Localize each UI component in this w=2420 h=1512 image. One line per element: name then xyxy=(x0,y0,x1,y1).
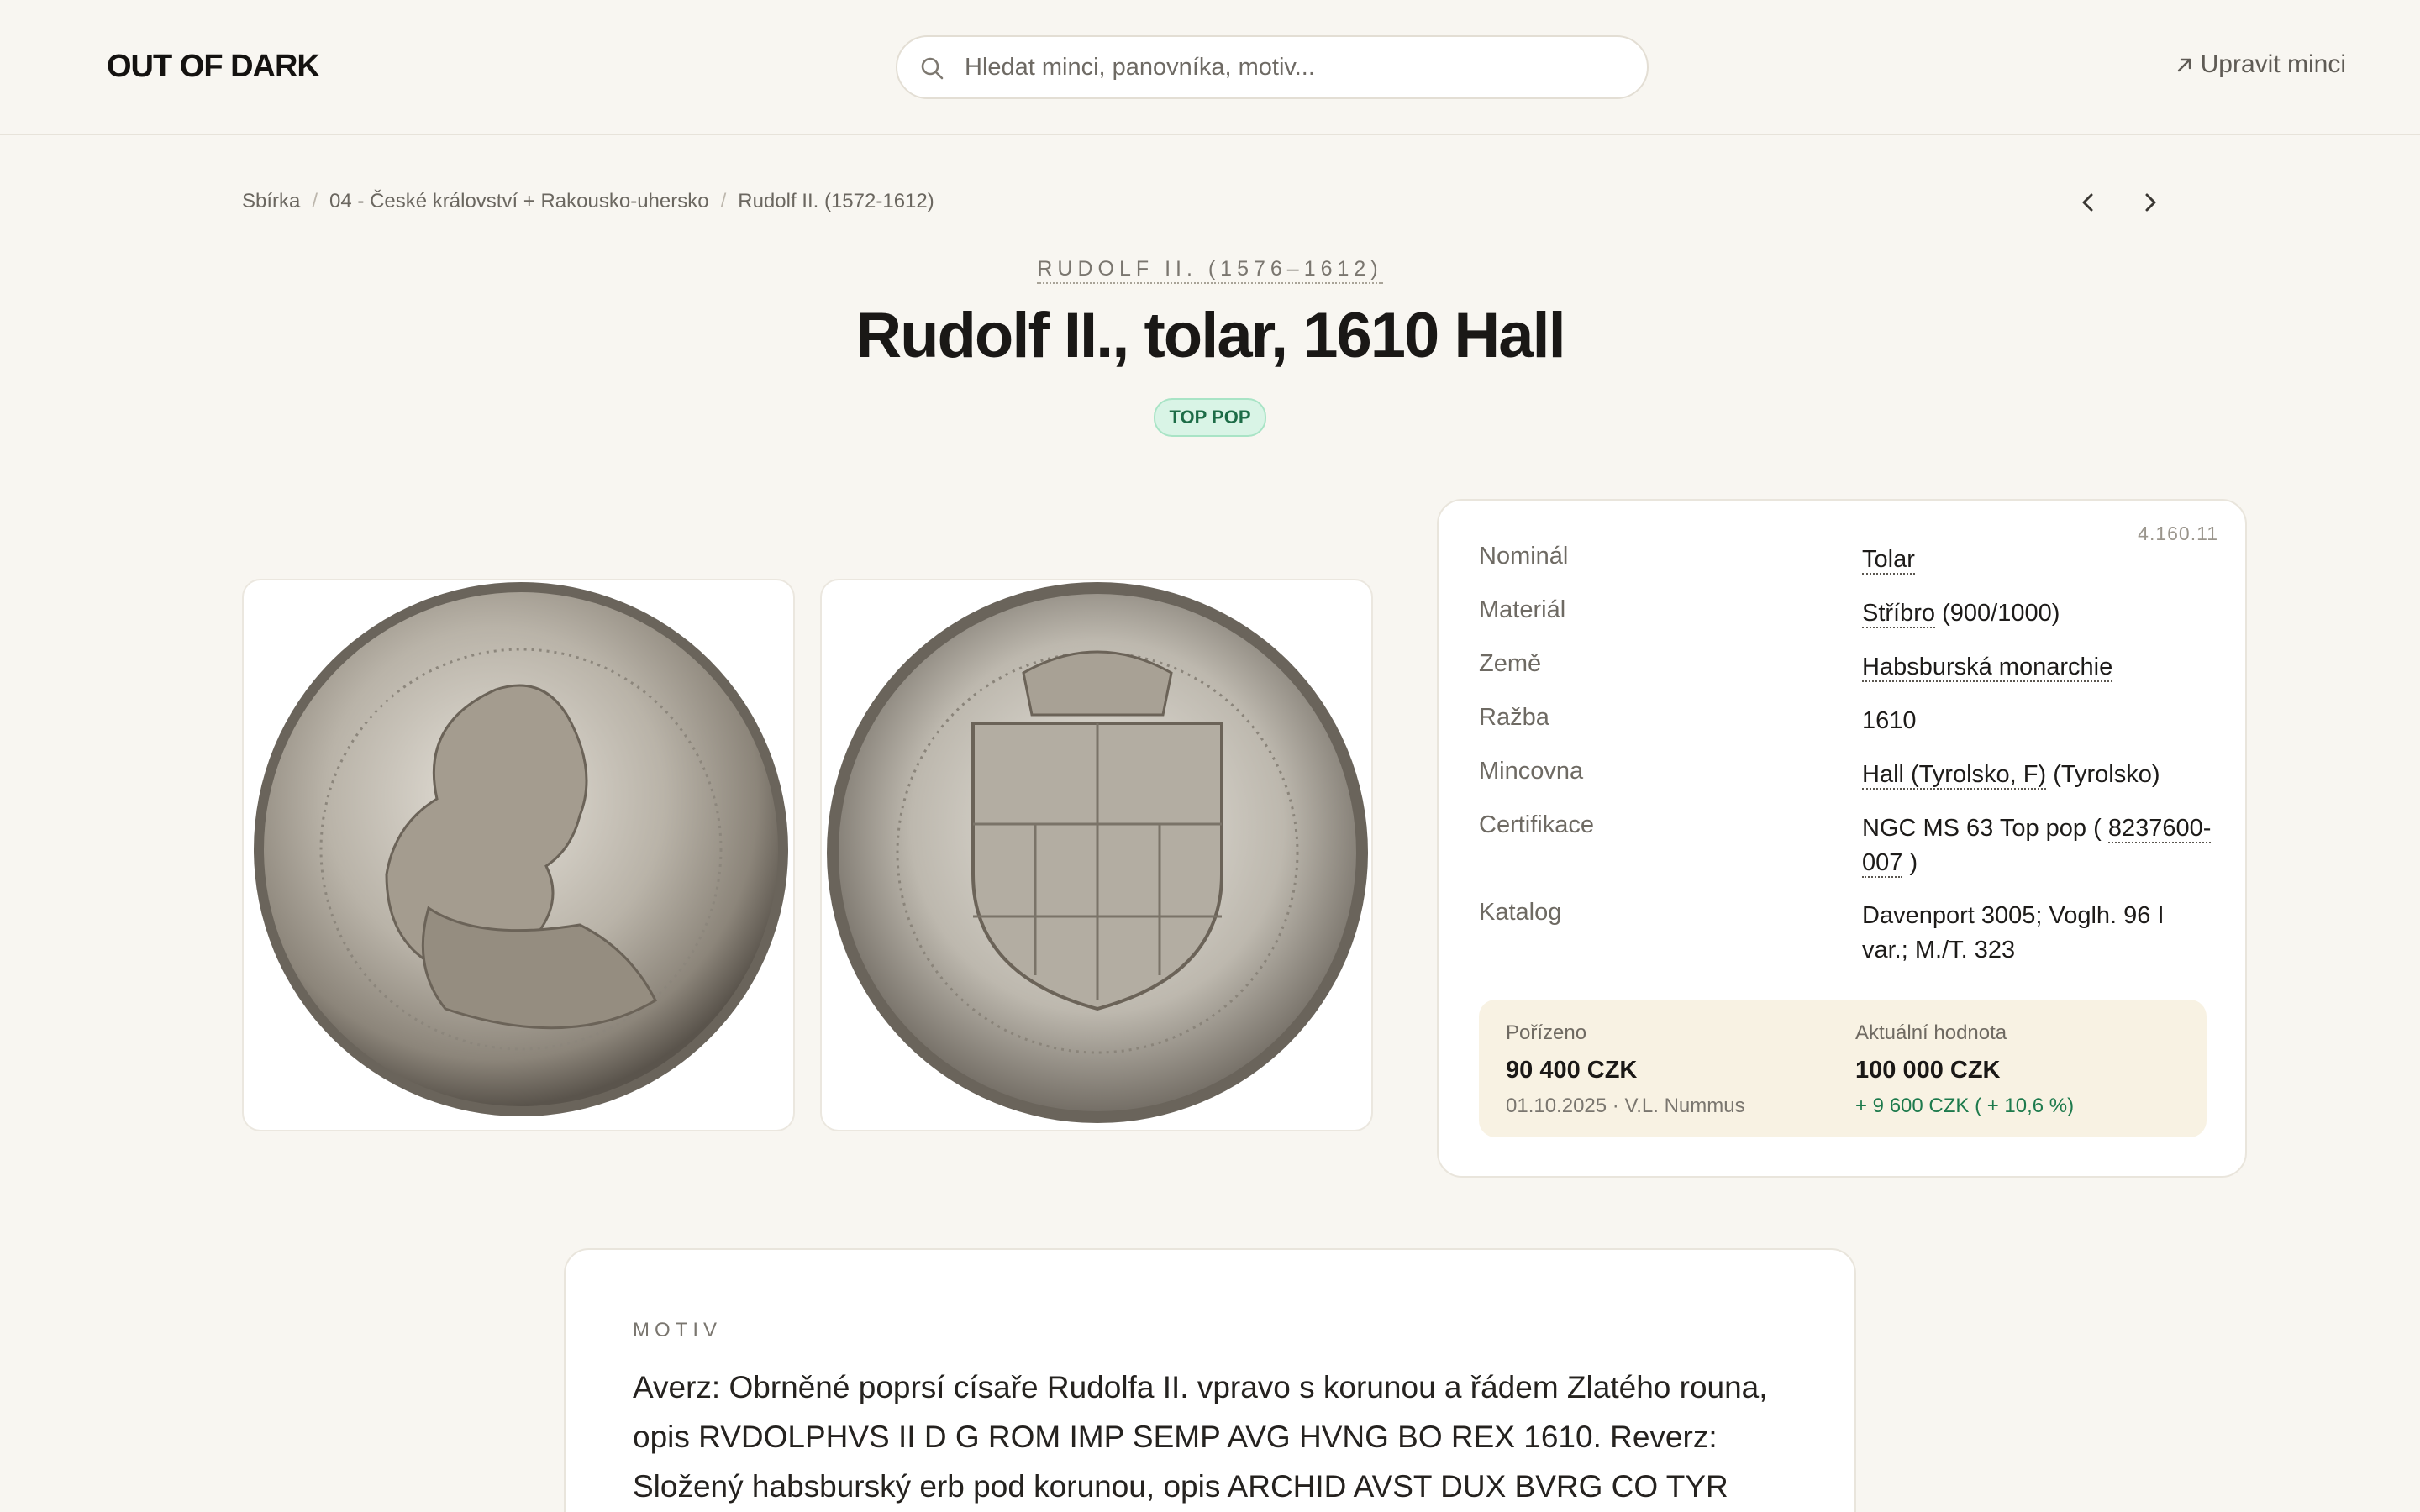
breadcrumb-separator: / xyxy=(720,190,727,213)
motif-card: MOTIV Averz: Obrněné poprsí císaře Rudol… xyxy=(564,1248,1856,1512)
spec-label: Nominál xyxy=(1479,543,1569,570)
spec-label: Materiál xyxy=(1479,596,1566,623)
page-title: Rudolf II., tolar, 1610 Hall xyxy=(855,300,1566,371)
spec-value: Davenport 3005; Voglh. 96 I var.; M./T. … xyxy=(1862,902,2165,963)
breadcrumb-item-collection[interactable]: Sbírka xyxy=(242,190,300,213)
current-value-column: Aktuální hodnota 100 000 CZK + 9 600 CZK… xyxy=(1855,1021,2074,1118)
top-bar: OUT OF DARK Upravit minci xyxy=(0,0,2420,135)
acquired-label: Pořízeno xyxy=(1506,1021,1587,1044)
spec-value: Tolar xyxy=(1862,543,2215,577)
search-box[interactable] xyxy=(896,35,1649,99)
spec-value: 1610 xyxy=(1862,707,1917,734)
motif-label: MOTIV xyxy=(633,1319,722,1341)
denomination-link[interactable]: Tolar xyxy=(1862,546,1915,575)
breadcrumb: Sbírka / 04 - České království + Rakousk… xyxy=(242,190,934,213)
coin-details-card: 4.160.11 Nominál Tolar Materiál Stříbro … xyxy=(1437,499,2247,1178)
coin-reverse-graphic xyxy=(827,582,1368,1123)
coin-navigation xyxy=(2075,188,2163,217)
value-gain: + 9 600 CZK ( + 10,6 %) xyxy=(1855,1095,2075,1117)
certification-suffix: ) xyxy=(1902,849,1918,876)
certification-grade: NGC MS 63 Top pop ( xyxy=(1862,815,2102,842)
chevron-right-icon[interactable] xyxy=(2138,188,2163,217)
motif-text: Averz: Obrněné poprsí císaře Rudolfa II.… xyxy=(633,1370,1768,1504)
spec-label: Ražba xyxy=(1479,704,1549,731)
catalog-id: 4.160.11 xyxy=(2138,522,2218,544)
current-value-label: Aktuální hodnota xyxy=(1855,1021,2007,1044)
coin-reverse-image[interactable] xyxy=(820,579,1373,1131)
spec-label: Mincovna xyxy=(1479,758,1584,785)
current-value: 100 000 CZK xyxy=(1855,1057,2001,1084)
mint-link[interactable]: Hall (Tyrolsko, F) xyxy=(1862,761,2047,790)
mint-region: (Tyrolsko) xyxy=(2046,761,2160,788)
spec-label: Katalog xyxy=(1479,899,1562,926)
spec-label: Země xyxy=(1479,650,1542,677)
coin-obverse-graphic: . xyxy=(254,582,788,1116)
spec-value: Habsburská monarchie xyxy=(1862,650,2215,685)
acquired-value: 90 400 CZK xyxy=(1506,1057,1638,1084)
edit-coin-label: Upravit minci xyxy=(2200,50,2346,78)
acquired-column: Pořízeno 90 400 CZK 01.10.2025 · V.L. Nu… xyxy=(1506,1021,1745,1118)
search-input[interactable] xyxy=(965,37,1628,97)
top-pop-badge: TOP POP xyxy=(1154,398,1266,437)
edit-coin-link[interactable]: Upravit minci xyxy=(2174,50,2346,79)
breadcrumb-separator: / xyxy=(312,190,318,213)
spec-value: NGC MS 63 Top pop ( 8237600-007 ) xyxy=(1862,811,2215,880)
material-fineness: (900/1000) xyxy=(1935,600,2060,627)
ruler-eyebrow: RUDOLF II. (1576–1612) xyxy=(0,257,2420,284)
search-icon xyxy=(921,57,944,80)
arrow-up-right-icon xyxy=(2177,58,2191,72)
badge-container: TOP POP xyxy=(0,398,2420,437)
breadcrumb-item-ruler[interactable]: Rudolf II. (1572-1612) xyxy=(738,190,934,213)
ruler-link[interactable]: RUDOLF II. (1576–1612) xyxy=(1037,257,1383,284)
spec-value: Stříbro (900/1000) xyxy=(1862,596,2215,631)
breadcrumb-item-category[interactable]: 04 - České království + Rakousko-uhersko xyxy=(329,190,709,213)
country-link[interactable]: Habsburská monarchie xyxy=(1862,654,2113,682)
chevron-left-icon[interactable] xyxy=(2075,188,2101,217)
logo[interactable]: OUT OF DARK xyxy=(107,49,320,85)
price-box: Pořízeno 90 400 CZK 01.10.2025 · V.L. Nu… xyxy=(1479,1000,2207,1137)
material-link[interactable]: Stříbro xyxy=(1862,600,1936,628)
spec-label: Certifikace xyxy=(1479,811,1594,838)
spec-value: Hall (Tyrolsko, F) (Tyrolsko) xyxy=(1862,758,2215,792)
acquired-meta: 01.10.2025 · V.L. Nummus xyxy=(1506,1095,1745,1117)
coin-obverse-image[interactable]: . xyxy=(242,579,795,1131)
